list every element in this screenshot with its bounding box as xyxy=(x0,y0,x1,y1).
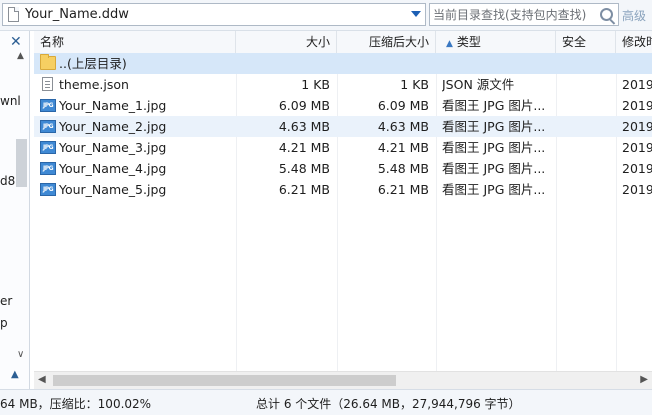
file-size: 6.09 MB xyxy=(278,98,330,113)
tree-item-fragment[interactable]: d8 xyxy=(0,174,15,188)
column-security[interactable]: 安全 xyxy=(556,31,616,53)
column-packed-label: 压缩后大小 xyxy=(368,35,429,49)
scroll-right-icon[interactable]: ▶ xyxy=(640,374,648,385)
column-size-label: 大小 xyxy=(305,35,330,49)
jpg-file-icon: JPG xyxy=(40,183,56,196)
status-bar: 64 MB，压缩比：100.02% 总计 6 个文件（26.64 MB，27,9… xyxy=(0,389,652,415)
search-icon[interactable] xyxy=(600,8,613,21)
scrollbar-thumb[interactable] xyxy=(53,375,396,386)
file-name: Your_Name_3.jpg xyxy=(59,140,167,155)
file-name: Your_Name_1.jpg xyxy=(59,98,167,113)
file-modified: 2019- xyxy=(622,77,652,92)
advanced-search-link[interactable]: 高级 xyxy=(622,7,646,24)
table-row[interactable]: JPG Your_Name_5.jpg 6.21 MB 6.21 MB 看图王 … xyxy=(34,179,652,200)
file-type: 看图王 JPG 图片... xyxy=(442,98,546,113)
file-name: Your_Name_2.jpg xyxy=(59,119,167,134)
path-text: Your_Name.ddw xyxy=(25,7,129,22)
table-row[interactable]: theme.json 1 KB 1 KB JSON 源文件 2019- xyxy=(34,74,652,95)
file-icon xyxy=(8,7,19,22)
column-name-label: 名称 xyxy=(40,35,65,49)
sort-ascending-icon: ▲ xyxy=(446,39,453,49)
file-name: Your_Name_5.jpg xyxy=(59,182,167,197)
tree-item-fragment[interactable]: er xyxy=(0,294,12,308)
path-field[interactable]: Your_Name.ddw xyxy=(2,3,426,26)
tree-scroll-up-icon[interactable]: ▲ xyxy=(17,51,24,61)
search-placeholder: 当前目录查找(支持包内查找) xyxy=(433,8,587,22)
list-header: 名称 大小 压缩后大小 ▲类型 安全 修改时 xyxy=(34,31,652,54)
tree-scrollbar-thumb[interactable] xyxy=(16,139,27,187)
file-packed-size: 6.09 MB xyxy=(377,98,429,113)
jpg-file-icon: JPG xyxy=(40,99,56,112)
file-size: 4.21 MB xyxy=(278,140,330,155)
parent-directory-row[interactable]: ..(上层目录) xyxy=(34,53,652,74)
file-size: 1 KB xyxy=(301,77,330,92)
file-name: ..(上层目录) xyxy=(59,56,127,71)
address-bar: Your_Name.ddw 当前目录查找(支持包内查找) 高级 xyxy=(0,0,652,31)
column-size[interactable]: 大小 xyxy=(236,31,337,53)
total-summary: 总计 6 个文件（26.64 MB，27,944,796 字节） xyxy=(256,397,521,411)
tree-item-fragment[interactable]: wnl xyxy=(0,94,21,108)
file-size: 6.21 MB xyxy=(278,182,330,197)
file-packed-size: 4.63 MB xyxy=(377,119,429,134)
column-type[interactable]: ▲ 类型 xyxy=(436,31,556,53)
table-row[interactable]: JPG Your_Name_3.jpg 4.21 MB 4.21 MB 看图王 … xyxy=(34,137,652,158)
file-modified: 2019- xyxy=(622,119,652,134)
table-row[interactable]: JPG Your_Name_4.jpg 5.48 MB 5.48 MB 看图王 … xyxy=(34,158,652,179)
file-size: 5.48 MB xyxy=(278,161,330,176)
file-packed-size: 6.21 MB xyxy=(377,182,429,197)
json-file-icon xyxy=(42,77,53,91)
horizontal-scrollbar[interactable]: ◀ ▶ xyxy=(34,371,652,389)
file-modified: 2019- xyxy=(622,98,652,113)
file-type: 看图王 JPG 图片... xyxy=(442,140,546,155)
chevron-down-icon[interactable] xyxy=(411,11,421,17)
close-icon[interactable]: ✕ xyxy=(10,34,22,50)
column-name[interactable]: 名称 xyxy=(34,31,236,53)
table-row[interactable]: JPG Your_Name_1.jpg 6.09 MB 6.09 MB 看图王 … xyxy=(34,95,652,116)
file-size: 4.63 MB xyxy=(278,119,330,134)
file-modified: 2019- xyxy=(622,140,652,155)
column-security-label: 安全 xyxy=(562,35,587,49)
scroll-left-icon[interactable]: ◀ xyxy=(38,374,46,385)
file-packed-size: 5.48 MB xyxy=(377,161,429,176)
file-type: 看图王 JPG 图片... xyxy=(442,161,546,176)
jpg-file-icon: JPG xyxy=(40,162,56,175)
search-input[interactable]: 当前目录查找(支持包内查找) xyxy=(429,3,619,26)
column-modified[interactable]: 修改时 xyxy=(616,31,652,53)
folder-tree-pane: ✕ ▲ wnl d8 er p ∨ ▲ xyxy=(0,31,30,389)
folder-up-icon xyxy=(40,54,56,70)
file-packed-size: 4.21 MB xyxy=(377,140,429,155)
file-modified: 2019- xyxy=(622,161,652,176)
tree-collapse-icon[interactable]: ▲ xyxy=(11,369,19,380)
column-type-label: 类型 xyxy=(456,35,481,49)
file-modified: 2019- xyxy=(622,182,652,197)
file-type: 看图王 JPG 图片... xyxy=(442,182,546,197)
jpg-file-icon: JPG xyxy=(40,141,56,154)
table-row[interactable]: JPG Your_Name_2.jpg 4.63 MB 4.63 MB 看图王 … xyxy=(34,116,652,137)
file-type: 看图王 JPG 图片... xyxy=(442,119,546,134)
column-modified-label: 修改时 xyxy=(622,35,652,49)
tree-scroll-down-icon[interactable]: ∨ xyxy=(17,349,24,360)
column-packed-size[interactable]: 压缩后大小 xyxy=(337,31,436,53)
file-type: JSON 源文件 xyxy=(442,77,515,92)
jpg-file-icon: JPG xyxy=(40,120,56,133)
tree-item-fragment[interactable]: p xyxy=(0,316,8,330)
selection-summary: 64 MB，压缩比：100.02% xyxy=(0,397,152,411)
file-list: 名称 大小 压缩后大小 ▲类型 安全 修改时 ..(上层目录) theme.js… xyxy=(34,31,652,371)
file-packed-size: 1 KB xyxy=(400,77,429,92)
file-name: theme.json xyxy=(59,77,129,92)
file-name: Your_Name_4.jpg xyxy=(59,161,167,176)
